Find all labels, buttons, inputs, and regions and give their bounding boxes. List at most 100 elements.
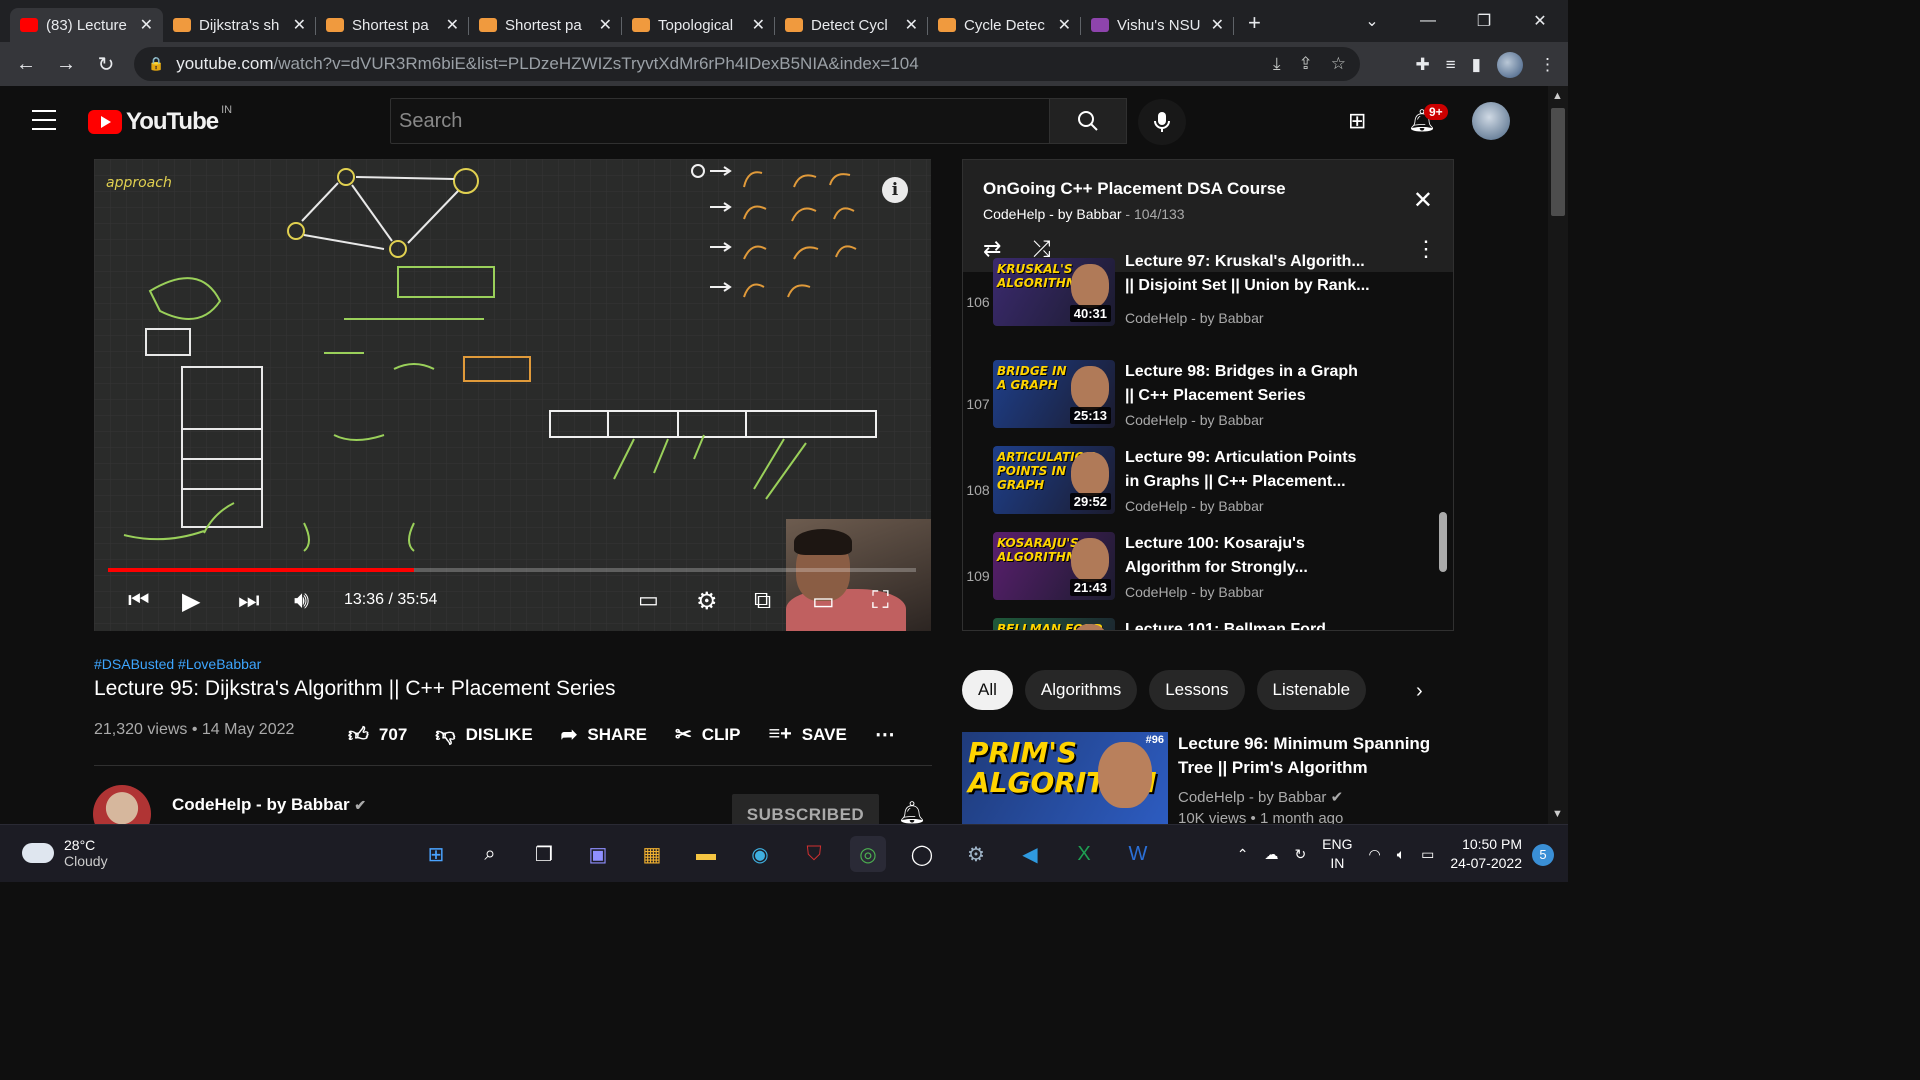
subtitles-icon[interactable]: ▭ (638, 587, 659, 613)
close-tab-icon[interactable]: ✕ (599, 15, 612, 35)
recommendation-thumbnail[interactable]: PRIM'S ALGORITHM #96 (962, 732, 1168, 826)
browser-tab[interactable]: Cycle Detec ✕ (928, 8, 1081, 42)
subscription-bell-icon[interactable]: 🔔︎ (898, 800, 926, 826)
settings-gear-icon[interactable]: ⚙ (958, 836, 994, 872)
address-bar[interactable]: 🔒 youtube.com/watch?v=dVUR3Rm6biE&list=P… (134, 47, 1360, 81)
save-button[interactable]: ≡+ SAVE (768, 723, 846, 746)
excel-icon[interactable]: X (1066, 836, 1102, 872)
playlist-item-thumbnail[interactable]: KRUSKAL'S ALGORITHM 40:31 (993, 258, 1115, 326)
clip-button[interactable]: ✂ CLIP (675, 722, 741, 747)
recommendation-channel[interactable]: CodeHelp - by Babbar ✔ (1178, 788, 1343, 806)
windows-start-icon[interactable]: ⊞ (418, 836, 454, 872)
profile-avatar[interactable] (1497, 52, 1523, 78)
onedrive-cloud-icon[interactable]: ☁ (1264, 846, 1278, 863)
edge-browser-icon[interactable]: ◉ (742, 836, 778, 872)
notification-count-badge[interactable]: 5 (1532, 844, 1554, 866)
filter-chip[interactable]: All (962, 670, 1013, 710)
close-tab-icon[interactable]: ✕ (140, 15, 153, 35)
chat-icon[interactable]: ▣ (580, 836, 616, 872)
video-player[interactable]: approach i ⏮ ▶ ⏭ 🔊︎ 13:36 / 35:54 ▭ ⚙ ⧉ … (94, 159, 931, 631)
search-input[interactable]: Search (390, 98, 1050, 144)
user-avatar[interactable] (1472, 102, 1510, 140)
close-tab-icon[interactable]: ✕ (1058, 15, 1071, 35)
minimize-button[interactable]: — (1400, 12, 1456, 30)
search-icon[interactable]: ⌕ (472, 836, 508, 872)
speaker-icon[interactable]: 🔈︎ (1397, 846, 1405, 863)
store-icon[interactable]: ▦ (634, 836, 670, 872)
wifi-icon[interactable]: ◠ (1369, 846, 1381, 863)
media-control-icon[interactable]: ≡ (1446, 55, 1456, 75)
bookmark-star-icon[interactable]: ☆ (1331, 54, 1346, 74)
search-button[interactable] (1049, 98, 1127, 144)
browser-tab[interactable]: Topological ✕ (622, 8, 775, 42)
file-explorer-icon[interactable]: ▬ (688, 836, 724, 872)
mcafee-icon[interactable]: ⛉ (796, 836, 832, 872)
task-view-icon[interactable]: ❐ (526, 836, 562, 872)
more-actions-button[interactable]: ⋯ (875, 722, 905, 747)
scroll-down-arrow-icon[interactable]: ▼ (1552, 808, 1563, 820)
playlist-item-thumbnail[interactable]: BELLMAN FORDALGORITHM (993, 618, 1115, 630)
theater-mode-icon[interactable]: ▭ (812, 587, 835, 616)
miniplayer-icon[interactable]: ⧉ (754, 587, 771, 615)
page-scrollbar[interactable]: ▲ ▼ (1548, 86, 1568, 824)
voice-search-button[interactable] (1138, 99, 1186, 145)
playlist-item[interactable]: BELLMAN FORDALGORITHM Lecture 101: Bellma… (963, 618, 1453, 630)
volume-icon[interactable]: 🔊︎ (294, 587, 309, 615)
playlist-item[interactable]: 108 ARTICULATION POINTS IN GRAPH 29:52 Lectu… (963, 446, 1453, 532)
playlist-item-thumbnail[interactable]: BRIDGE IN A GRAPH 25:13 (993, 360, 1115, 428)
filter-chip[interactable]: Lessons (1149, 670, 1245, 710)
tab-search-icon[interactable]: ⌄ (1344, 11, 1400, 31)
page-scrollbar-thumb[interactable] (1551, 108, 1565, 216)
browser-tab[interactable]: Detect Cycl ✕ (775, 8, 928, 42)
fullscreen-icon[interactable]: ⛶ (872, 587, 889, 615)
filter-chip[interactable]: Algorithms (1024, 670, 1138, 710)
chrome-icon[interactable]: ◎ (850, 836, 886, 872)
show-hidden-icons-icon[interactable]: ⌃ (1237, 846, 1249, 863)
share-button[interactable]: ➦ SHARE (561, 722, 647, 747)
share-icon[interactable]: ⇪ (1299, 54, 1313, 74)
playlist-item-thumbnail[interactable]: KOSARAJU'S ALGORITHM 21:43 (993, 532, 1115, 600)
reload-button[interactable]: ↻ (86, 52, 126, 77)
browser-tab[interactable]: Dijkstra's sh ✕ (163, 8, 316, 42)
battery-icon[interactable]: ▭ (1421, 846, 1434, 863)
close-playlist-icon[interactable]: ✕ (1413, 186, 1433, 215)
settings-gear-icon[interactable]: ⚙ (696, 587, 718, 616)
close-tab-icon[interactable]: ✕ (752, 15, 765, 35)
video-progress-bar[interactable] (108, 568, 916, 572)
play-icon[interactable]: ▶ (182, 587, 200, 616)
close-tab-icon[interactable]: ✕ (446, 15, 459, 35)
youtube-logo[interactable]: YouTube IN (88, 104, 232, 136)
browser-tab[interactable]: (83) Lecture ✕ (10, 8, 163, 42)
channel-name[interactable]: CodeHelp - by Babbar ✔ (172, 795, 366, 815)
playlist-item-thumbnail[interactable]: ARTICULATION POINTS IN GRAPH 29:52 (993, 446, 1115, 514)
word-icon[interactable]: W (1120, 836, 1156, 872)
playlist-item[interactable]: 107 BRIDGE IN A GRAPH 25:13 Lecture 98: Brid… (963, 360, 1453, 446)
restore-button[interactable]: ❐ (1456, 11, 1512, 31)
playlist-item[interactable]: 109 KOSARAJU'S ALGORITHM 21:43 Lecture 100: … (963, 532, 1453, 618)
dislike-button[interactable]: 👎︎ DISLIKE (435, 723, 532, 747)
close-tab-icon[interactable]: ✕ (905, 15, 918, 35)
guide-menu-icon[interactable] (32, 110, 56, 130)
like-button[interactable]: 👍︎ 707 (348, 723, 407, 747)
previous-icon[interactable]: ⏮ (128, 587, 150, 615)
playlist-scrollbar[interactable] (1439, 512, 1447, 572)
scroll-up-arrow-icon[interactable]: ▲ (1552, 90, 1563, 102)
browser-tab[interactable]: Shortest pa ✕ (316, 8, 469, 42)
playlist-item[interactable]: 106 KRUSKAL'S ALGORITHM 40:31 Lecture 97: Kr… (963, 253, 1453, 344)
forward-button[interactable]: → (46, 53, 86, 76)
new-tab-button[interactable]: + (1248, 10, 1261, 36)
info-card-icon[interactable]: i (882, 177, 908, 203)
close-tab-icon[interactable]: ✕ (293, 15, 306, 35)
video-hashtags[interactable]: #DSABusted #LoveBabbar (94, 656, 261, 672)
close-window-button[interactable]: ✕ (1512, 11, 1568, 31)
clock[interactable]: 10:50 PM 24-07-2022 (1450, 835, 1522, 873)
dell-icon[interactable]: ◯ (904, 836, 940, 872)
close-tab-icon[interactable]: ✕ (1211, 15, 1224, 35)
next-icon[interactable]: ⏭ (238, 587, 260, 615)
install-app-icon[interactable]: ⤓ (1273, 54, 1281, 74)
playlist-title[interactable]: OnGoing C++ Placement DSA Course (983, 179, 1286, 199)
browser-menu-icon[interactable]: ⋮ (1539, 55, 1556, 75)
filter-chip[interactable]: Listenable (1256, 670, 1367, 710)
recommendation-title[interactable]: Lecture 96: Minimum Spanning Tree || Pri… (1178, 732, 1448, 780)
sync-icon[interactable]: ↻ (1294, 846, 1306, 863)
